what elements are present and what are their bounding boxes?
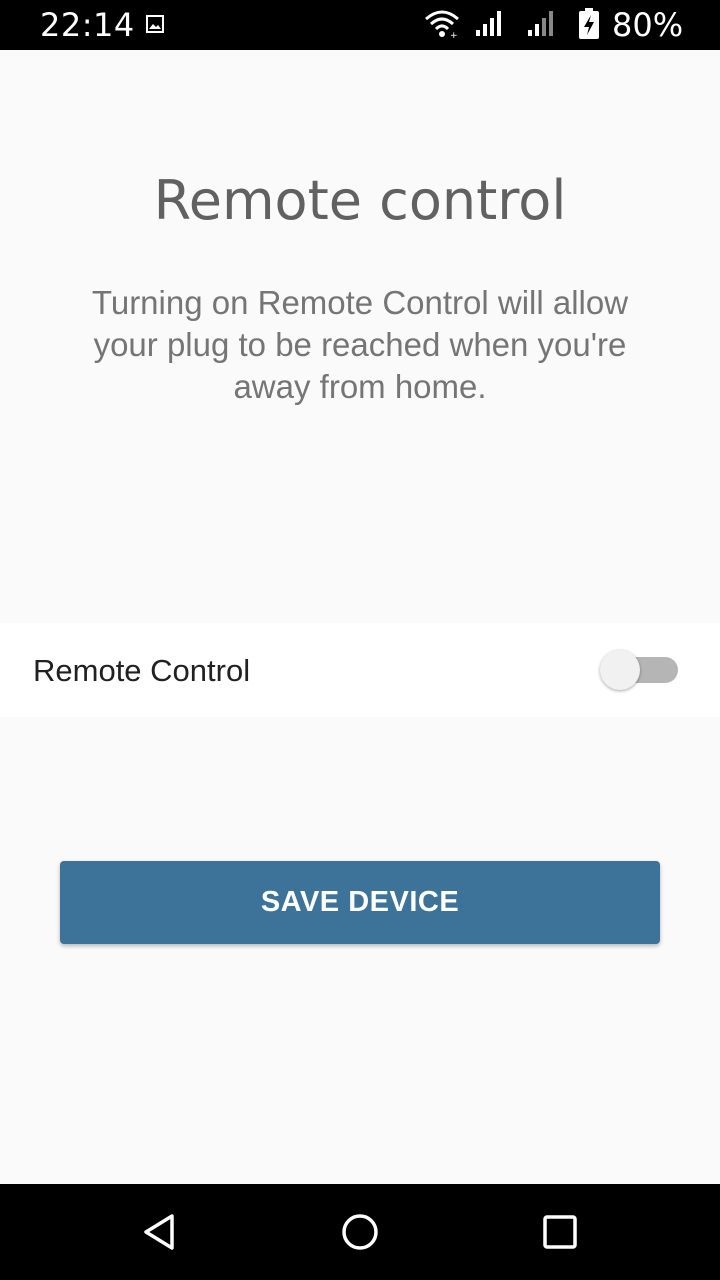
cell-signal-icon xyxy=(474,8,506,43)
toggle-thumb xyxy=(600,650,640,690)
status-time: 22:14 xyxy=(40,6,135,44)
back-icon[interactable] xyxy=(140,1212,180,1257)
cell-signal-icon xyxy=(526,8,558,43)
recents-icon[interactable] xyxy=(540,1212,580,1257)
wifi-icon: + xyxy=(424,9,460,44)
image-notification-icon xyxy=(146,15,164,38)
svg-text:+: + xyxy=(450,31,458,39)
battery-charging-icon xyxy=(578,8,600,45)
remote-control-label: Remote Control xyxy=(33,653,251,688)
navigation-bar xyxy=(0,1184,720,1280)
save-device-button[interactable]: SAVE DEVICE xyxy=(60,861,660,944)
status-bar: 22:14 + 80% xyxy=(0,0,720,50)
battery-percent: 80% xyxy=(612,6,684,44)
remote-control-toggle[interactable] xyxy=(600,650,680,690)
remote-control-setting-row: Remote Control xyxy=(0,623,720,717)
page-title: Remote control xyxy=(153,169,567,232)
home-icon[interactable] xyxy=(340,1212,380,1257)
page-description: Turning on Remote Control will allow you… xyxy=(91,284,629,405)
